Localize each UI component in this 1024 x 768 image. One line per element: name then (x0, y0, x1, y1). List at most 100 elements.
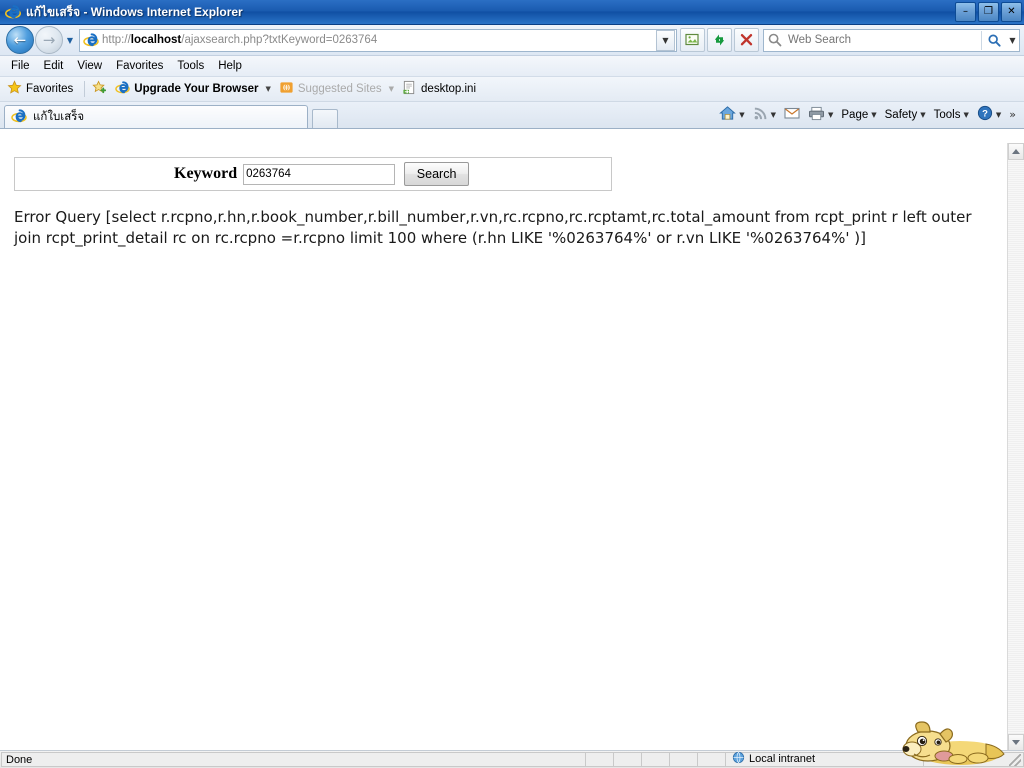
back-arrow-icon: ← (13, 30, 27, 49)
chevron-down-icon[interactable]: ▼ (828, 111, 833, 119)
triangle-down-icon (1012, 740, 1020, 745)
feeds-icon (753, 106, 768, 124)
minimize-button[interactable]: – (955, 2, 976, 22)
favorites-center-button[interactable]: Favorites (5, 79, 79, 99)
navigation-bar: ← → ▼ http://localhost/ajaxsearch.php?tx… (0, 25, 1024, 56)
feeds-button[interactable]: ▼ (749, 104, 780, 126)
search-provider-caret[interactable]: ▼ (1006, 31, 1019, 50)
address-bar[interactable]: http://localhost/ajaxsearch.php?txtKeywo… (79, 28, 677, 52)
scroll-up-button[interactable] (1008, 143, 1024, 160)
keyword-input[interactable] (243, 163, 396, 185)
menu-item-view[interactable]: View (70, 58, 109, 74)
close-button[interactable]: ✕ (1001, 2, 1022, 22)
svg-text:?: ? (982, 109, 988, 120)
chevron-down-icon[interactable]: ▼ (996, 111, 1001, 119)
status-cell (698, 752, 726, 767)
chevron-down-icon[interactable]: ▼ (920, 111, 925, 119)
page-content: Keyword Search Error Query [select r.rcp… (0, 143, 1008, 751)
url-scheme: http:// (102, 34, 131, 46)
mail-button[interactable] (780, 104, 804, 125)
keyword-label: Keyword (174, 165, 238, 182)
scroll-down-button[interactable] (1008, 734, 1024, 751)
status-cell (642, 752, 670, 767)
suggested-sites-icon (279, 80, 294, 98)
help-menu-button[interactable]: ? ▼ (973, 103, 1005, 126)
chevron-down-icon[interactable]: ▼ (963, 111, 968, 119)
tab-favicon-icon (11, 108, 27, 127)
url-path: /ajaxsearch.php?txtKeyword=0263764 (181, 34, 378, 46)
forward-arrow-icon: → (42, 30, 56, 49)
status-bar: Done Local intranet (0, 750, 1024, 768)
web-search-box[interactable]: ▼ (763, 28, 1020, 52)
star-icon (7, 80, 22, 98)
back-button[interactable]: ← (6, 26, 34, 54)
menu-item-favorites[interactable]: Favorites (109, 58, 170, 74)
home-button[interactable]: ▼ (715, 103, 748, 126)
favorite-suggested-sites[interactable]: Suggested Sites ▼ (277, 79, 400, 99)
address-bar-url: http://localhost/ajaxsearch.php?txtKeywo… (102, 34, 656, 46)
favorites-divider (84, 81, 86, 97)
menu-item-file[interactable]: File (4, 58, 37, 74)
print-icon (808, 106, 825, 124)
page-menu-button[interactable]: Page ▼ (837, 107, 880, 123)
scrollbar-track[interactable] (1008, 160, 1024, 734)
forward-button[interactable]: → (35, 26, 63, 54)
shortcut-file-icon (402, 80, 417, 98)
security-zone-indicator[interactable]: Local intranet (726, 751, 924, 768)
favorites-label: Favorites (26, 83, 74, 95)
status-cell (614, 752, 642, 767)
window-title-thai: แก้ไขเสร็จ (26, 4, 81, 19)
search-input[interactable] (786, 33, 981, 47)
chevron-down-icon[interactable]: ▼ (871, 111, 876, 119)
ie-logo-icon (115, 80, 131, 98)
tools-menu-button[interactable]: Tools ▼ (930, 107, 973, 123)
help-icon: ? (977, 105, 993, 124)
status-message: Done (1, 752, 586, 767)
command-bar: ▼ ▼ ▼ Page ▼ Safety ▼ Tools ▼ ? ▼ » (715, 103, 1020, 126)
stop-icon[interactable] (734, 28, 759, 52)
compatibility-view-icon[interactable] (680, 28, 705, 52)
tools-menu-label: Tools (933, 108, 961, 121)
chevron-down-icon[interactable]: ▼ (739, 111, 744, 119)
search-go-button[interactable] (981, 30, 1006, 50)
keyword-search-panel: Keyword Search (14, 157, 612, 191)
triangle-up-icon (1012, 149, 1020, 154)
add-to-favorites-bar-button[interactable] (90, 79, 113, 99)
page-favicon-icon (83, 32, 99, 48)
tab-label: แก้ใบเสร็จ (33, 109, 85, 123)
recent-pages-button[interactable]: ▼ (63, 27, 77, 53)
mail-icon (784, 106, 800, 123)
favorite-upgrade-your-browser[interactable]: Upgrade Your Browser ▼ (113, 79, 277, 99)
favorite-desktop-ini[interactable]: desktop.ini (400, 79, 482, 99)
window-title-suffix: - Windows Internet Explorer (80, 4, 243, 19)
search-button[interactable]: Search (404, 162, 470, 186)
star-plus-icon (92, 80, 107, 98)
menu-bar: File Edit View Favorites Tools Help (0, 56, 1024, 77)
resize-grip-icon[interactable] (1009, 753, 1021, 766)
window-controls[interactable]: – ❐ ✕ (955, 2, 1022, 22)
window-title: แก้ไขเสร็จ - Windows Internet Explorer (26, 3, 243, 22)
tab-active[interactable]: แก้ใบเสร็จ (4, 105, 308, 128)
safety-menu-label: Safety (884, 108, 918, 121)
menu-item-help[interactable]: Help (211, 58, 249, 74)
chevron-down-icon[interactable]: ▼ (389, 85, 394, 93)
menu-item-tools[interactable]: Tools (170, 58, 211, 74)
menu-item-edit[interactable]: Edit (37, 58, 71, 74)
globe-icon (732, 751, 745, 768)
error-query-text: Error Query [select r.rcpno,r.hn,r.book_… (14, 208, 972, 247)
restore-button[interactable]: ❐ (978, 2, 999, 22)
vertical-scrollbar[interactable] (1007, 143, 1024, 751)
tab-bar: แก้ใบเสร็จ ▼ ▼ ▼ Page ▼ Safety ▼ Tools ▼… (0, 102, 1024, 129)
safety-menu-button[interactable]: Safety ▼ (881, 107, 930, 123)
zoom-level-control[interactable] (924, 752, 1024, 767)
new-tab-button[interactable] (312, 109, 338, 128)
favorite-label: desktop.ini (421, 83, 477, 95)
refresh-icon[interactable] (707, 28, 732, 52)
favorite-label: Upgrade Your Browser (134, 83, 259, 95)
print-button[interactable]: ▼ (804, 104, 837, 126)
chevron-down-icon[interactable]: ▼ (265, 85, 270, 93)
window-titlebar[interactable]: แก้ไขเสร็จ - Windows Internet Explorer –… (0, 0, 1024, 25)
address-dropdown-button[interactable]: ▼ (656, 29, 675, 51)
command-bar-overflow-button[interactable]: » (1005, 108, 1020, 121)
chevron-down-icon[interactable]: ▼ (771, 111, 776, 119)
